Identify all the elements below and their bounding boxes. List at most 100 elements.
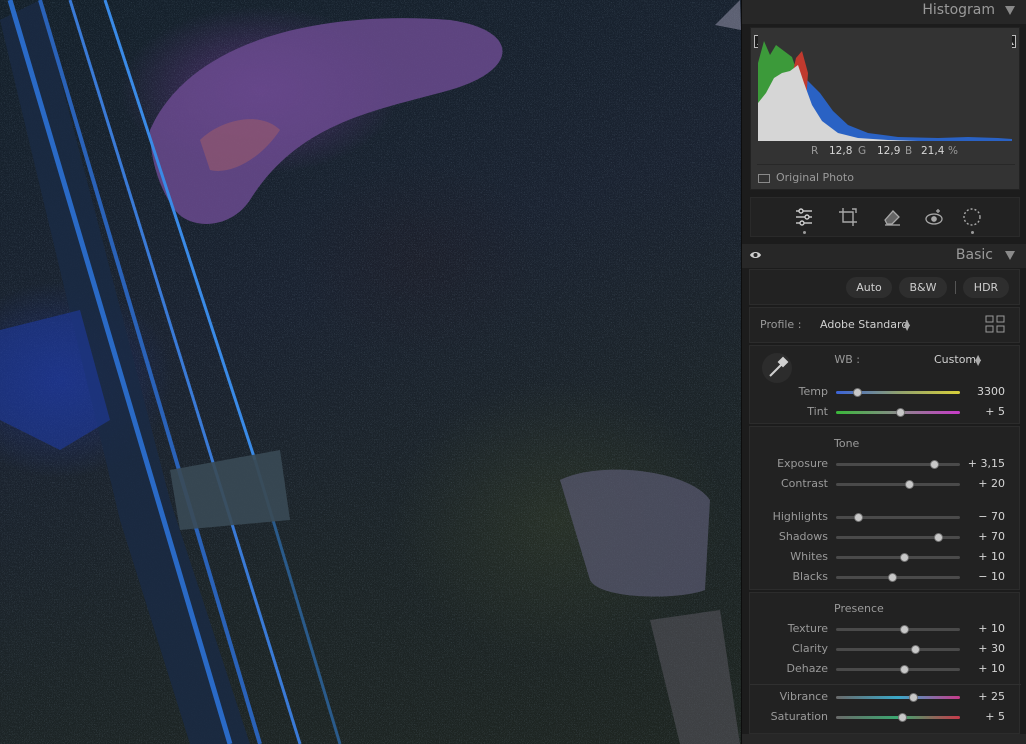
original-photo-checkbox[interactable] — [758, 174, 770, 183]
tone-title: Tone — [834, 437, 860, 450]
clarity-slider[interactable] — [836, 645, 960, 654]
saturation-thumb[interactable] — [897, 713, 907, 722]
exposure-thumb[interactable] — [929, 460, 939, 469]
edit-sliders-icon[interactable] — [793, 206, 815, 228]
contrast-label: Contrast — [780, 477, 828, 490]
vibrance-value[interactable]: + 25 — [965, 690, 1005, 703]
button-separator — [955, 281, 956, 294]
highlights-label: Highlights — [772, 510, 828, 523]
profile-label: Profile : — [760, 318, 802, 331]
temp-thumb[interactable] — [853, 388, 863, 397]
blacks-slider[interactable] — [836, 573, 960, 582]
vibrance-thumb[interactable] — [908, 693, 918, 702]
wb-eyedropper-icon[interactable] — [760, 351, 794, 385]
texture-label: Texture — [787, 622, 828, 635]
tint-slider[interactable] — [836, 408, 960, 417]
profile-browser-icon[interactable] — [985, 315, 1005, 333]
mask-icon[interactable] — [961, 206, 983, 228]
whites-value[interactable]: + 10 — [965, 550, 1005, 563]
tool-strip — [750, 197, 1020, 237]
wb-dropdown[interactable]: Custom — [934, 353, 976, 366]
bw-button[interactable]: B&W — [899, 277, 947, 298]
highlights-slider[interactable] — [836, 513, 960, 522]
g-value: 12,9 — [877, 145, 901, 157]
highlights-value[interactable]: − 70 — [965, 510, 1005, 523]
dehaze-value[interactable]: + 10 — [965, 662, 1005, 675]
highlights-thumb[interactable] — [854, 513, 864, 522]
auto-button[interactable]: Auto — [846, 277, 892, 298]
whites-slider[interactable] — [836, 553, 960, 562]
clarity-thumb[interactable] — [911, 645, 921, 654]
exposure-label: Exposure — [777, 457, 828, 470]
percent-label: % — [948, 145, 958, 157]
dehaze-slider[interactable] — [836, 665, 960, 674]
tint-value[interactable]: + 5 — [965, 405, 1005, 418]
white-balance-section: WB : Custom ▲ ▼ Temp 3300 Tint + 5 — [749, 345, 1020, 424]
next-panel-header — [742, 734, 1026, 744]
texture-value[interactable]: + 10 — [965, 622, 1005, 635]
shadows-thumb[interactable] — [933, 533, 943, 542]
develop-panel: Histogram R 12,8 G 12,9 B 21,4 % Origina… — [741, 0, 1026, 744]
g-label: G — [858, 145, 867, 157]
clarity-label: Clarity — [792, 642, 828, 655]
active-tool-indicator — [803, 231, 806, 234]
histogram-panel: R 12,8 G 12,9 B 21,4 % Original Photo — [750, 27, 1020, 190]
vibrance-label: Vibrance — [779, 690, 828, 703]
histogram-title: Histogram — [922, 2, 995, 18]
original-photo-label: Original Photo — [776, 171, 854, 184]
whites-thumb[interactable] — [900, 553, 910, 562]
mask-indicator — [971, 231, 974, 234]
vibrance-slider[interactable] — [836, 693, 960, 702]
b-label: B — [905, 145, 913, 157]
histogram-divider — [757, 164, 1015, 165]
saturation-slider[interactable] — [836, 713, 960, 722]
blacks-label: Blacks — [792, 570, 829, 583]
hdr-button[interactable]: HDR — [963, 277, 1009, 298]
updown-arrow-icon[interactable]: ▲ ▼ — [904, 319, 910, 332]
contrast-slider[interactable] — [836, 480, 960, 489]
temp-slider[interactable] — [836, 388, 960, 397]
r-label: R — [811, 145, 819, 157]
updown-arrow-icon[interactable]: ▲ ▼ — [975, 354, 981, 367]
histogram-header[interactable]: Histogram — [742, 0, 1026, 24]
contrast-thumb[interactable] — [905, 480, 915, 489]
photo-canvas[interactable] — [0, 0, 741, 744]
presence-title: Presence — [834, 602, 884, 615]
dehaze-label: Dehaze — [786, 662, 829, 675]
eye-icon[interactable] — [749, 250, 762, 260]
b-value: 21,4 — [921, 145, 945, 157]
exposure-value[interactable]: + 3,15 — [965, 457, 1005, 470]
texture-thumb[interactable] — [900, 625, 910, 634]
collapse-triangle-icon[interactable] — [1005, 6, 1015, 15]
shadows-label: Shadows — [778, 530, 828, 543]
blacks-thumb[interactable] — [887, 573, 897, 582]
temp-value[interactable]: 3300 — [965, 385, 1005, 398]
shadows-value[interactable]: + 70 — [965, 530, 1005, 543]
presence-divider — [750, 684, 1021, 685]
profile-section: Profile : Adobe Standard ▲ ▼ — [749, 307, 1020, 343]
contrast-value[interactable]: + 20 — [965, 477, 1005, 490]
saturation-value[interactable]: + 5 — [965, 710, 1005, 723]
shadows-slider[interactable] — [836, 533, 960, 542]
clarity-value[interactable]: + 30 — [965, 642, 1005, 655]
presence-section: Presence Texture + 10 Clarity + 30 Dehaz… — [749, 592, 1021, 734]
bass-neck-shape — [0, 0, 741, 744]
treatment-section: Auto B&W HDR — [749, 269, 1020, 305]
heal-eraser-icon[interactable] — [881, 206, 903, 228]
tint-thumb[interactable] — [896, 408, 906, 417]
tint-label: Tint — [807, 405, 828, 418]
profile-dropdown[interactable]: Adobe Standard — [820, 318, 908, 331]
exposure-slider[interactable] — [836, 460, 960, 469]
dehaze-thumb[interactable] — [900, 665, 910, 674]
blacks-value[interactable]: − 10 — [965, 570, 1005, 583]
saturation-label: Saturation — [770, 710, 828, 723]
basic-title: Basic — [955, 247, 993, 263]
basic-header[interactable]: Basic — [742, 244, 1026, 268]
temp-label: Temp — [798, 385, 828, 398]
texture-slider[interactable] — [836, 625, 960, 634]
rgb-readout: R 12,8 G 12,9 B 21,4 % — [751, 145, 1021, 161]
redeye-icon[interactable] — [923, 206, 945, 228]
collapse-triangle-icon[interactable] — [1005, 251, 1015, 260]
crop-icon[interactable] — [837, 206, 859, 228]
tone-section: Tone Exposure + 3,15 Contrast + 20 Highl… — [749, 426, 1020, 590]
